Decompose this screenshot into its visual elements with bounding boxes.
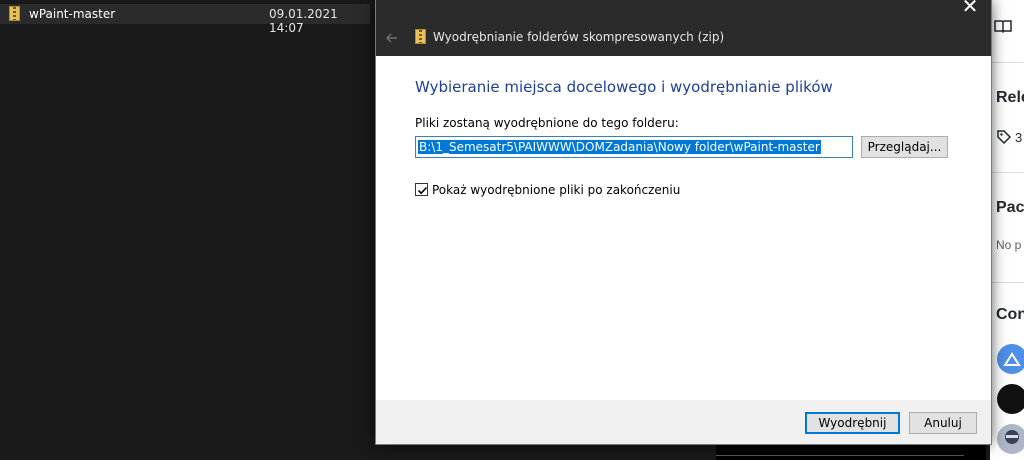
zip-folder-icon — [9, 6, 20, 21]
show-files-checkbox[interactable] — [415, 183, 428, 196]
background-strip — [716, 444, 986, 460]
destination-path-input[interactable]: B:\1_Semesatr5\PAIWWW\DOMZadania\Nowy fo… — [415, 136, 853, 158]
close-button[interactable]: ✕ — [958, 0, 982, 16]
extract-zip-dialog: ✕ Wyodrębnianie folderów skompresowanych… — [376, 0, 991, 444]
section-divider — [990, 282, 1024, 283]
dialog-footer: Wyodrębnij Anuluj — [376, 400, 991, 444]
dialog-heading: Wybieranie miejsca docelowego i wyodrębn… — [415, 78, 833, 96]
releases-heading[interactable]: Rele — [996, 89, 1024, 107]
show-files-label: Pokaż wyodrębnione pliki po zakończeniu — [432, 183, 681, 197]
cancel-button[interactable]: Anuluj — [909, 412, 977, 434]
zip-folder-icon — [415, 29, 426, 44]
tags-count[interactable]: 3 — [1015, 130, 1022, 145]
file-name: wPaint-master — [29, 7, 116, 21]
contributor-avatar[interactable] — [997, 384, 1024, 414]
extract-button[interactable]: Wyodrębnij — [805, 412, 900, 434]
file-date: 09.01.2021 14:07 — [269, 7, 338, 35]
destination-label: Pliki zostaną wyodrębnione do tego folde… — [415, 116, 679, 130]
dialog-title: Wyodrębnianie folderów skompresowanych (… — [433, 30, 725, 44]
dialog-title-bar: ✕ Wyodrębnianie folderów skompresowanych… — [376, 0, 991, 56]
file-row-wpaint-master[interactable]: wPaint-master 09.01.2021 14:07 — [0, 4, 370, 35]
contributor-avatar[interactable] — [997, 344, 1024, 374]
back-arrow-icon[interactable] — [382, 28, 402, 48]
background-divider — [716, 455, 964, 456]
book-icon[interactable] — [994, 18, 1012, 37]
section-divider — [990, 62, 1024, 63]
section-divider — [990, 172, 1024, 173]
destination-path-value: B:\1_Semesatr5\PAIWWW\DOMZadania\Nowy fo… — [418, 140, 821, 154]
no-packages-text: No p — [996, 238, 1022, 252]
browse-button[interactable]: Przeglądaj... — [861, 136, 948, 158]
file-explorer-background: wPaint-master 09.01.2021 14:07 — [0, 0, 376, 460]
background-web-page: Rele 3 Pacl No p Con — [990, 0, 1024, 460]
contributor-avatar[interactable] — [997, 424, 1024, 454]
contributors-heading[interactable]: Con — [996, 306, 1024, 324]
packages-heading[interactable]: Pacl — [996, 199, 1024, 217]
tag-icon — [996, 129, 1012, 148]
